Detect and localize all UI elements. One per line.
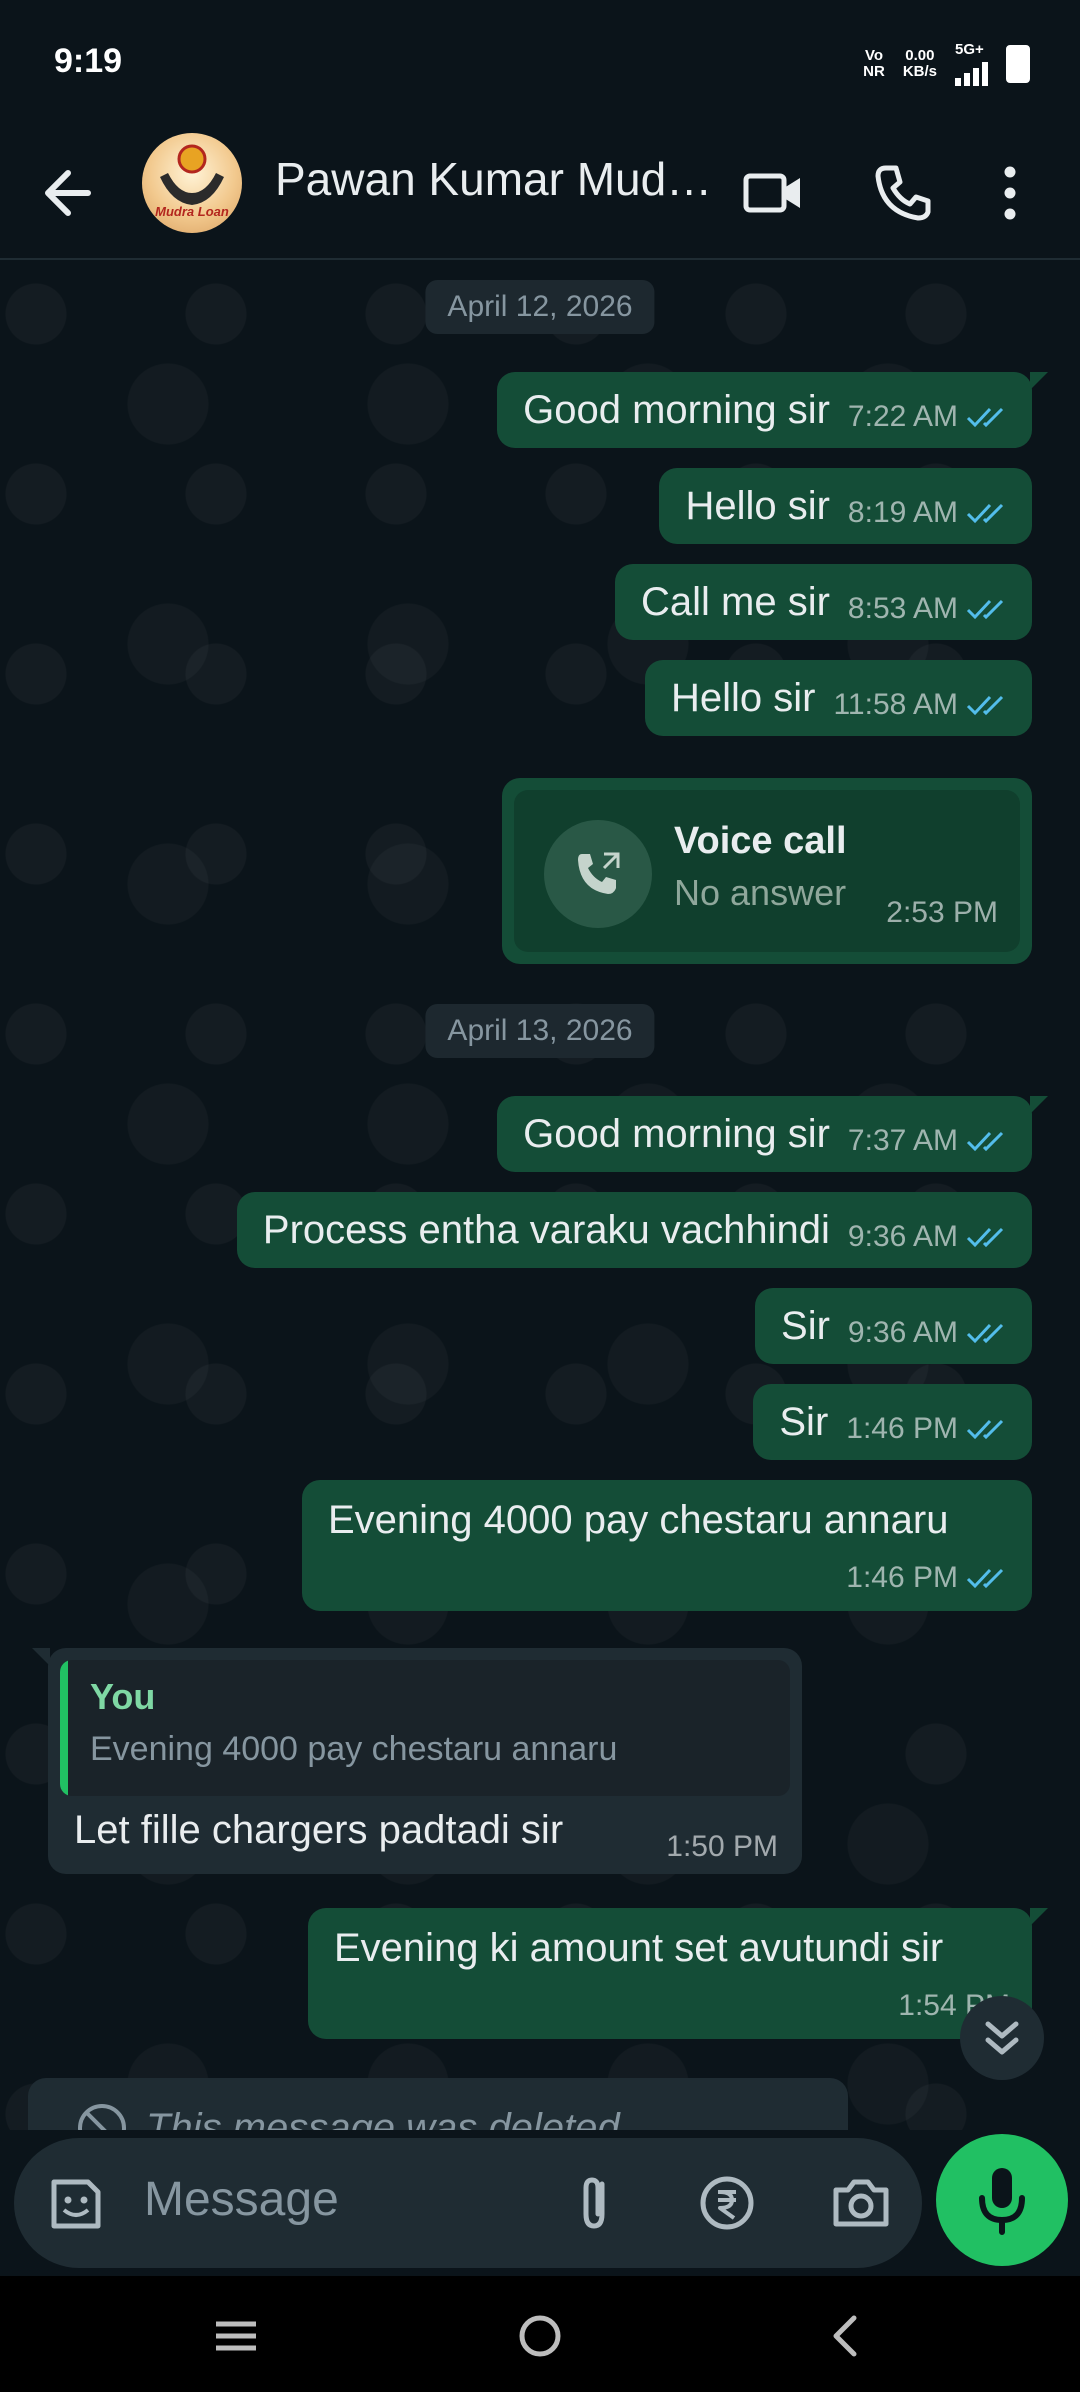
chat-header: Mudra Loan Pawan Kumar Mud… bbox=[0, 128, 1080, 260]
camera-icon[interactable] bbox=[828, 2170, 894, 2236]
quoted-text: Evening 4000 pay chestaru annaru bbox=[90, 1730, 618, 1768]
attach-icon[interactable] bbox=[562, 2170, 628, 2236]
quoted-sender: You bbox=[90, 1676, 156, 1717]
voice-call-icon[interactable] bbox=[868, 158, 938, 228]
network-speed: 0.00 KB/s bbox=[902, 47, 937, 80]
video-call-icon[interactable] bbox=[738, 158, 808, 228]
message-bubble-outgoing[interactable]: Hello sir 8:19 AM bbox=[659, 468, 1032, 544]
sticker-icon[interactable] bbox=[42, 2170, 108, 2236]
message-bubble-incoming[interactable]: You Evening 4000 pay chestaru annaru Let… bbox=[32, 1648, 802, 1874]
microphone-icon bbox=[979, 2168, 1025, 2235]
signal-bars-icon bbox=[955, 58, 988, 86]
double-chevron-down-icon bbox=[985, 2021, 1019, 2055]
message-bubble-outgoing[interactable]: Good morning sir 7:37 AM bbox=[497, 1096, 1048, 1172]
chat-area[interactable]: April 12, 2026 Good morning sir 7:22 AM … bbox=[0, 260, 1080, 2130]
status-icons: Vo NR 0.00 KB/s 5G+ bbox=[863, 42, 1030, 86]
more-options-icon[interactable] bbox=[985, 158, 1035, 228]
status-time: 9:19 bbox=[54, 42, 123, 80]
message-bubble-outgoing[interactable]: Process entha varaku vachhindi 9:36 AM bbox=[236, 1192, 1032, 1268]
read-receipt-icon bbox=[966, 1131, 1004, 1152]
message-placeholder: Message bbox=[144, 2173, 339, 2226]
message-bubble-outgoing[interactable]: Call me sir 8:53 AM bbox=[615, 564, 1032, 640]
message-bubble-outgoing[interactable]: Sir 9:36 AM bbox=[755, 1288, 1032, 1364]
battery-icon bbox=[1006, 45, 1030, 83]
read-receipt-icon bbox=[966, 1227, 1004, 1248]
message-input[interactable]: Message bbox=[14, 2138, 922, 2268]
home-icon[interactable] bbox=[510, 2306, 570, 2366]
composer-bar: Message bbox=[0, 2130, 1080, 2276]
deleted-message-bubble[interactable]: This message was deleted bbox=[28, 2078, 848, 2130]
message-bubble-outgoing[interactable]: Sir 1:46 PM bbox=[753, 1384, 1032, 1460]
read-receipt-icon bbox=[966, 407, 1004, 428]
read-receipt-icon bbox=[966, 1323, 1004, 1344]
missed-call-icon bbox=[544, 820, 652, 928]
back-arrow-icon[interactable] bbox=[40, 161, 100, 225]
scroll-to-bottom-button[interactable] bbox=[960, 1996, 1044, 2080]
avatar[interactable]: Mudra Loan bbox=[142, 133, 242, 233]
contact-name[interactable]: Pawan Kumar Mud… bbox=[275, 152, 715, 206]
system-nav-bar bbox=[0, 2276, 1080, 2392]
quoted-message[interactable]: You Evening 4000 pay chestaru annaru bbox=[60, 1660, 790, 1796]
read-receipt-icon bbox=[966, 695, 1004, 716]
call-time: 2:53 PM bbox=[886, 896, 998, 929]
reply-text: Let fille chargers padtadi sir bbox=[74, 1808, 564, 1852]
message-bubble-outgoing[interactable]: Evening 4000 pay chestaru annaru 1:46 PM bbox=[302, 1480, 1032, 1611]
status-bar: 9:19 Vo NR 0.00 KB/s 5G+ bbox=[0, 0, 1080, 128]
read-receipt-icon bbox=[966, 599, 1004, 620]
call-card-inner: Voice call No answer 2:53 PM bbox=[514, 790, 1020, 952]
message-bubble-outgoing[interactable]: Good morning sir 7:22 AM bbox=[497, 372, 1048, 448]
deleted-icon bbox=[78, 2104, 126, 2130]
call-status: No answer bbox=[674, 872, 847, 913]
read-receipt-icon bbox=[966, 1568, 1004, 1589]
read-receipt-icon bbox=[966, 1419, 1004, 1440]
call-title: Voice call bbox=[674, 820, 847, 862]
volte-indicator: Vo NR bbox=[863, 47, 885, 80]
date-divider: April 12, 2026 bbox=[425, 280, 655, 334]
recent-apps-icon[interactable] bbox=[206, 2306, 266, 2366]
rupee-payment-icon[interactable] bbox=[694, 2170, 760, 2236]
message-bubble-outgoing[interactable]: Hello sir 11:58 AM bbox=[644, 660, 1032, 736]
message-bubble-outgoing[interactable]: Evening ki amount set avutundi sir 1:54 … bbox=[308, 1908, 1048, 2039]
signal-indicator: 5G+ bbox=[955, 42, 988, 86]
voice-message-button[interactable] bbox=[936, 2134, 1068, 2266]
date-divider: April 13, 2026 bbox=[425, 1004, 655, 1058]
voice-call-bubble[interactable]: Voice call No answer 2:53 PM bbox=[502, 778, 1032, 964]
back-nav-icon[interactable] bbox=[816, 2306, 876, 2366]
read-receipt-icon bbox=[966, 503, 1004, 524]
reply-time: 1:50 PM bbox=[666, 1830, 778, 1863]
